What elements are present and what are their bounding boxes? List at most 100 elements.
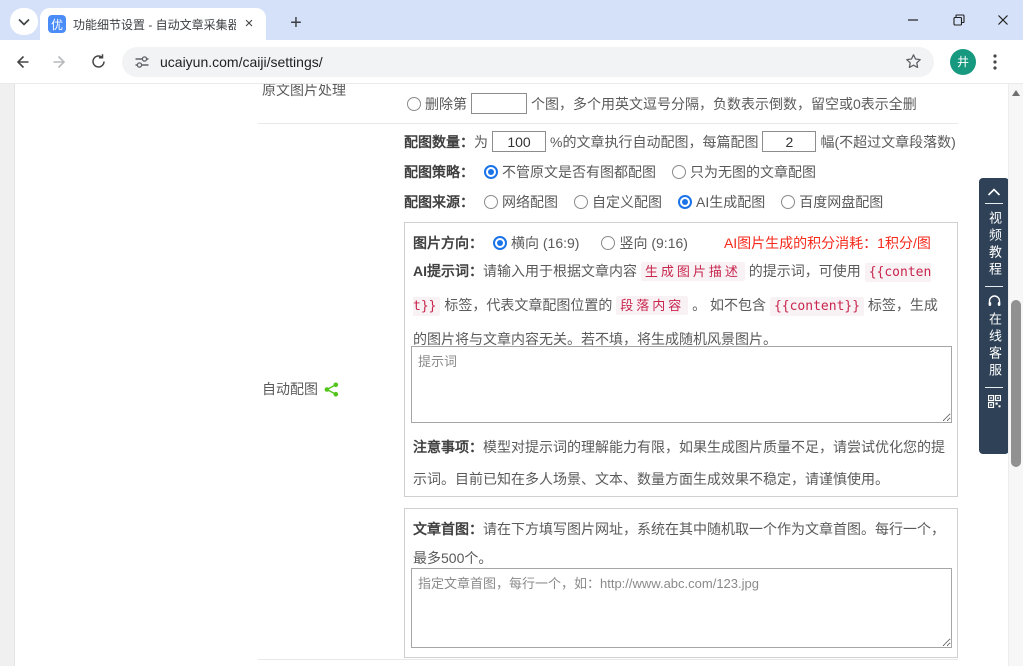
auto-image-label-text: 自动配图: [262, 379, 318, 399]
kebab-menu-icon: [993, 54, 997, 70]
settings-page: 原文图片处理 删除第 个图，多个用英文逗号分隔，负数表示倒数，留空或0表示全删 …: [0, 84, 1023, 666]
strategy-option-always[interactable]: 不管原文是否有图都配图: [484, 162, 656, 182]
browser-tab[interactable]: 优 功能细节设置 - 自动文章采集器 ×: [40, 8, 266, 40]
sidebar-divider: [985, 203, 1003, 204]
bookmark-star-button[interactable]: [902, 51, 924, 73]
source-option-baidu-pan[interactable]: 百度网盘配图: [781, 192, 883, 212]
radio-icon[interactable]: [781, 195, 795, 209]
restore-button[interactable]: [936, 0, 982, 40]
ai-prompt-textarea[interactable]: [411, 346, 952, 423]
tab-search-button[interactable]: [10, 8, 38, 35]
source-option-network[interactable]: 网络配图: [484, 192, 558, 212]
new-tab-button[interactable]: +: [282, 9, 310, 37]
first-image-description: 文章首图：请在下方填写图片网址，系统在其中随机取一个作为文章首图。每行一个，最多…: [413, 515, 951, 573]
forward-icon: [51, 53, 69, 71]
reload-icon: [90, 53, 107, 70]
radio-delete-nth[interactable]: [407, 97, 421, 111]
minimize-icon: [907, 14, 919, 26]
delete-option-text-pre: 删除第: [425, 94, 467, 114]
share-icon[interactable]: [324, 382, 339, 397]
radio-icon[interactable]: [484, 165, 498, 179]
ai-prompt-label: AI提示词：: [413, 263, 483, 279]
first-image-groupbox: 文章首图：请在下方填写图片网址，系统在其中随机取一个作为文章首图。每行一个，最多…: [404, 508, 958, 658]
back-icon: [13, 53, 31, 71]
close-window-button[interactable]: [982, 0, 1023, 40]
forward-button[interactable]: [44, 46, 76, 78]
direction-option-portrait[interactable]: 竖向 (9:16): [601, 233, 687, 253]
headset-icon[interactable]: [987, 294, 1002, 309]
option-text: 自定义配图: [592, 192, 662, 212]
ai-image-groupbox: 图片方向： 横向 (16:9) 竖向 (9:16) AI图片生成的积分消耗：1积…: [404, 222, 958, 497]
site-settings-icon: [134, 54, 150, 70]
quantity-post-text: 幅(不超过文章段落数): [820, 132, 955, 152]
back-to-top-button[interactable]: [987, 188, 1001, 196]
chevron-up-icon: [987, 188, 1001, 196]
quantity-label: 配图数量：: [404, 132, 474, 152]
ai-note-paragraph: 注意事项：模型对提示词的理解能力有限，如果生成图片质量不足，请尝试优化您的提示词…: [413, 431, 951, 495]
strategy-option-no-image-only[interactable]: 只为无图的文章配图: [672, 162, 816, 182]
row-divider: [258, 659, 958, 660]
page-left-gutter: [0, 84, 15, 666]
radio-icon[interactable]: [493, 236, 507, 250]
scrollbar-thumb[interactable]: [1011, 300, 1021, 467]
note-label: 注意事项：: [413, 439, 483, 455]
strategy-label: 配图策略：: [404, 162, 474, 182]
option-text: 不管原文是否有图都配图: [502, 162, 656, 182]
radio-icon[interactable]: [484, 195, 498, 209]
tab-close-icon[interactable]: ×: [240, 15, 258, 33]
browser-toolbar: ucaiyun.com/caiji/settings/ 井: [0, 40, 1023, 84]
profile-avatar[interactable]: 井: [950, 49, 976, 75]
quantity-pre-text: 为: [474, 132, 488, 152]
tab-strip: 优 功能细节设置 - 自动文章采集器 × +: [0, 0, 1023, 40]
option-text: 竖向 (9:16): [619, 233, 687, 253]
delete-option-text-post: 个图，多个用英文逗号分隔，负数表示倒数，留空或0表示全删: [531, 94, 917, 114]
tab-title: 功能细节设置 - 自动文章采集器: [73, 16, 236, 33]
sidebar-divider: [985, 286, 1003, 287]
sidebar-divider: [985, 387, 1003, 388]
image-quantity-row: 配图数量： 为 %的文章执行自动配图，每篇配图 幅(不超过文章段落数): [404, 131, 956, 152]
image-source-row: 配图来源： 网络配图 自定义配图 AI生成配图 百度网盘配图: [404, 192, 883, 212]
scroll-up-arrow[interactable]: [1012, 90, 1020, 96]
window-controls: [890, 0, 1023, 40]
qr-code-icon[interactable]: [988, 395, 1001, 408]
radio-icon[interactable]: [672, 165, 686, 179]
address-bar[interactable]: ucaiyun.com/caiji/settings/: [122, 47, 934, 77]
radio-icon[interactable]: [601, 236, 615, 250]
row-label-auto-image: 自动配图: [262, 379, 339, 399]
video-tutorial-link[interactable]: 视频教程: [986, 211, 1002, 279]
floating-sidebar: 视频教程 在线客服: [979, 178, 1009, 454]
first-image-textarea[interactable]: [411, 568, 952, 648]
image-strategy-row: 配图策略： 不管原文是否有图都配图 只为无图的文章配图: [404, 162, 816, 182]
option-text: 网络配图: [502, 192, 558, 212]
delete-index-input[interactable]: [471, 93, 527, 114]
radio-icon[interactable]: [678, 195, 692, 209]
option-text: 只为无图的文章配图: [690, 162, 816, 182]
close-icon: [997, 14, 1009, 26]
option-text: AI生成配图: [696, 192, 765, 212]
direction-option-landscape[interactable]: 横向 (16:9): [493, 233, 579, 253]
row-label-original-image: 原文图片处理: [262, 84, 346, 100]
source-option-custom[interactable]: 自定义配图: [574, 192, 662, 212]
option-text: 横向 (16:9): [511, 233, 579, 253]
percent-input[interactable]: [492, 131, 546, 152]
page-scrollbar[interactable]: [1008, 84, 1023, 666]
source-label: 配图来源：: [404, 192, 474, 212]
first-image-desc-text: 请在下方填写图片网址，系统在其中随机取一个作为文章首图。每行一个，最多500个。: [413, 521, 945, 566]
row-divider: [258, 123, 958, 124]
ai-prompt-description: AI提示词：请输入用于根据文章内容 生成图片描述 的提示词，可使用 {{cont…: [413, 255, 951, 355]
reload-button[interactable]: [82, 46, 114, 78]
back-button[interactable]: [6, 46, 38, 78]
count-input[interactable]: [762, 131, 816, 152]
online-service-link[interactable]: 在线客服: [986, 312, 1002, 380]
source-option-ai[interactable]: AI生成配图: [678, 192, 765, 212]
radio-icon[interactable]: [574, 195, 588, 209]
option-text: 百度网盘配图: [799, 192, 883, 212]
note-text: 模型对提示词的理解能力有限，如果生成图片质量不足，请尝试优化您的提示词。目前已知…: [413, 439, 945, 487]
delete-image-option-row: 删除第 个图，多个用英文逗号分隔，负数表示倒数，留空或0表示全删: [407, 93, 917, 114]
credit-cost-notice: AI图片生成的积分消耗：1积分/图: [724, 233, 931, 253]
minimize-button[interactable]: [890, 0, 936, 40]
star-icon: [905, 53, 922, 70]
browser-menu-button[interactable]: [982, 49, 1008, 75]
restore-icon: [953, 14, 965, 26]
quantity-mid-text: %的文章执行自动配图，每篇配图: [550, 132, 758, 152]
